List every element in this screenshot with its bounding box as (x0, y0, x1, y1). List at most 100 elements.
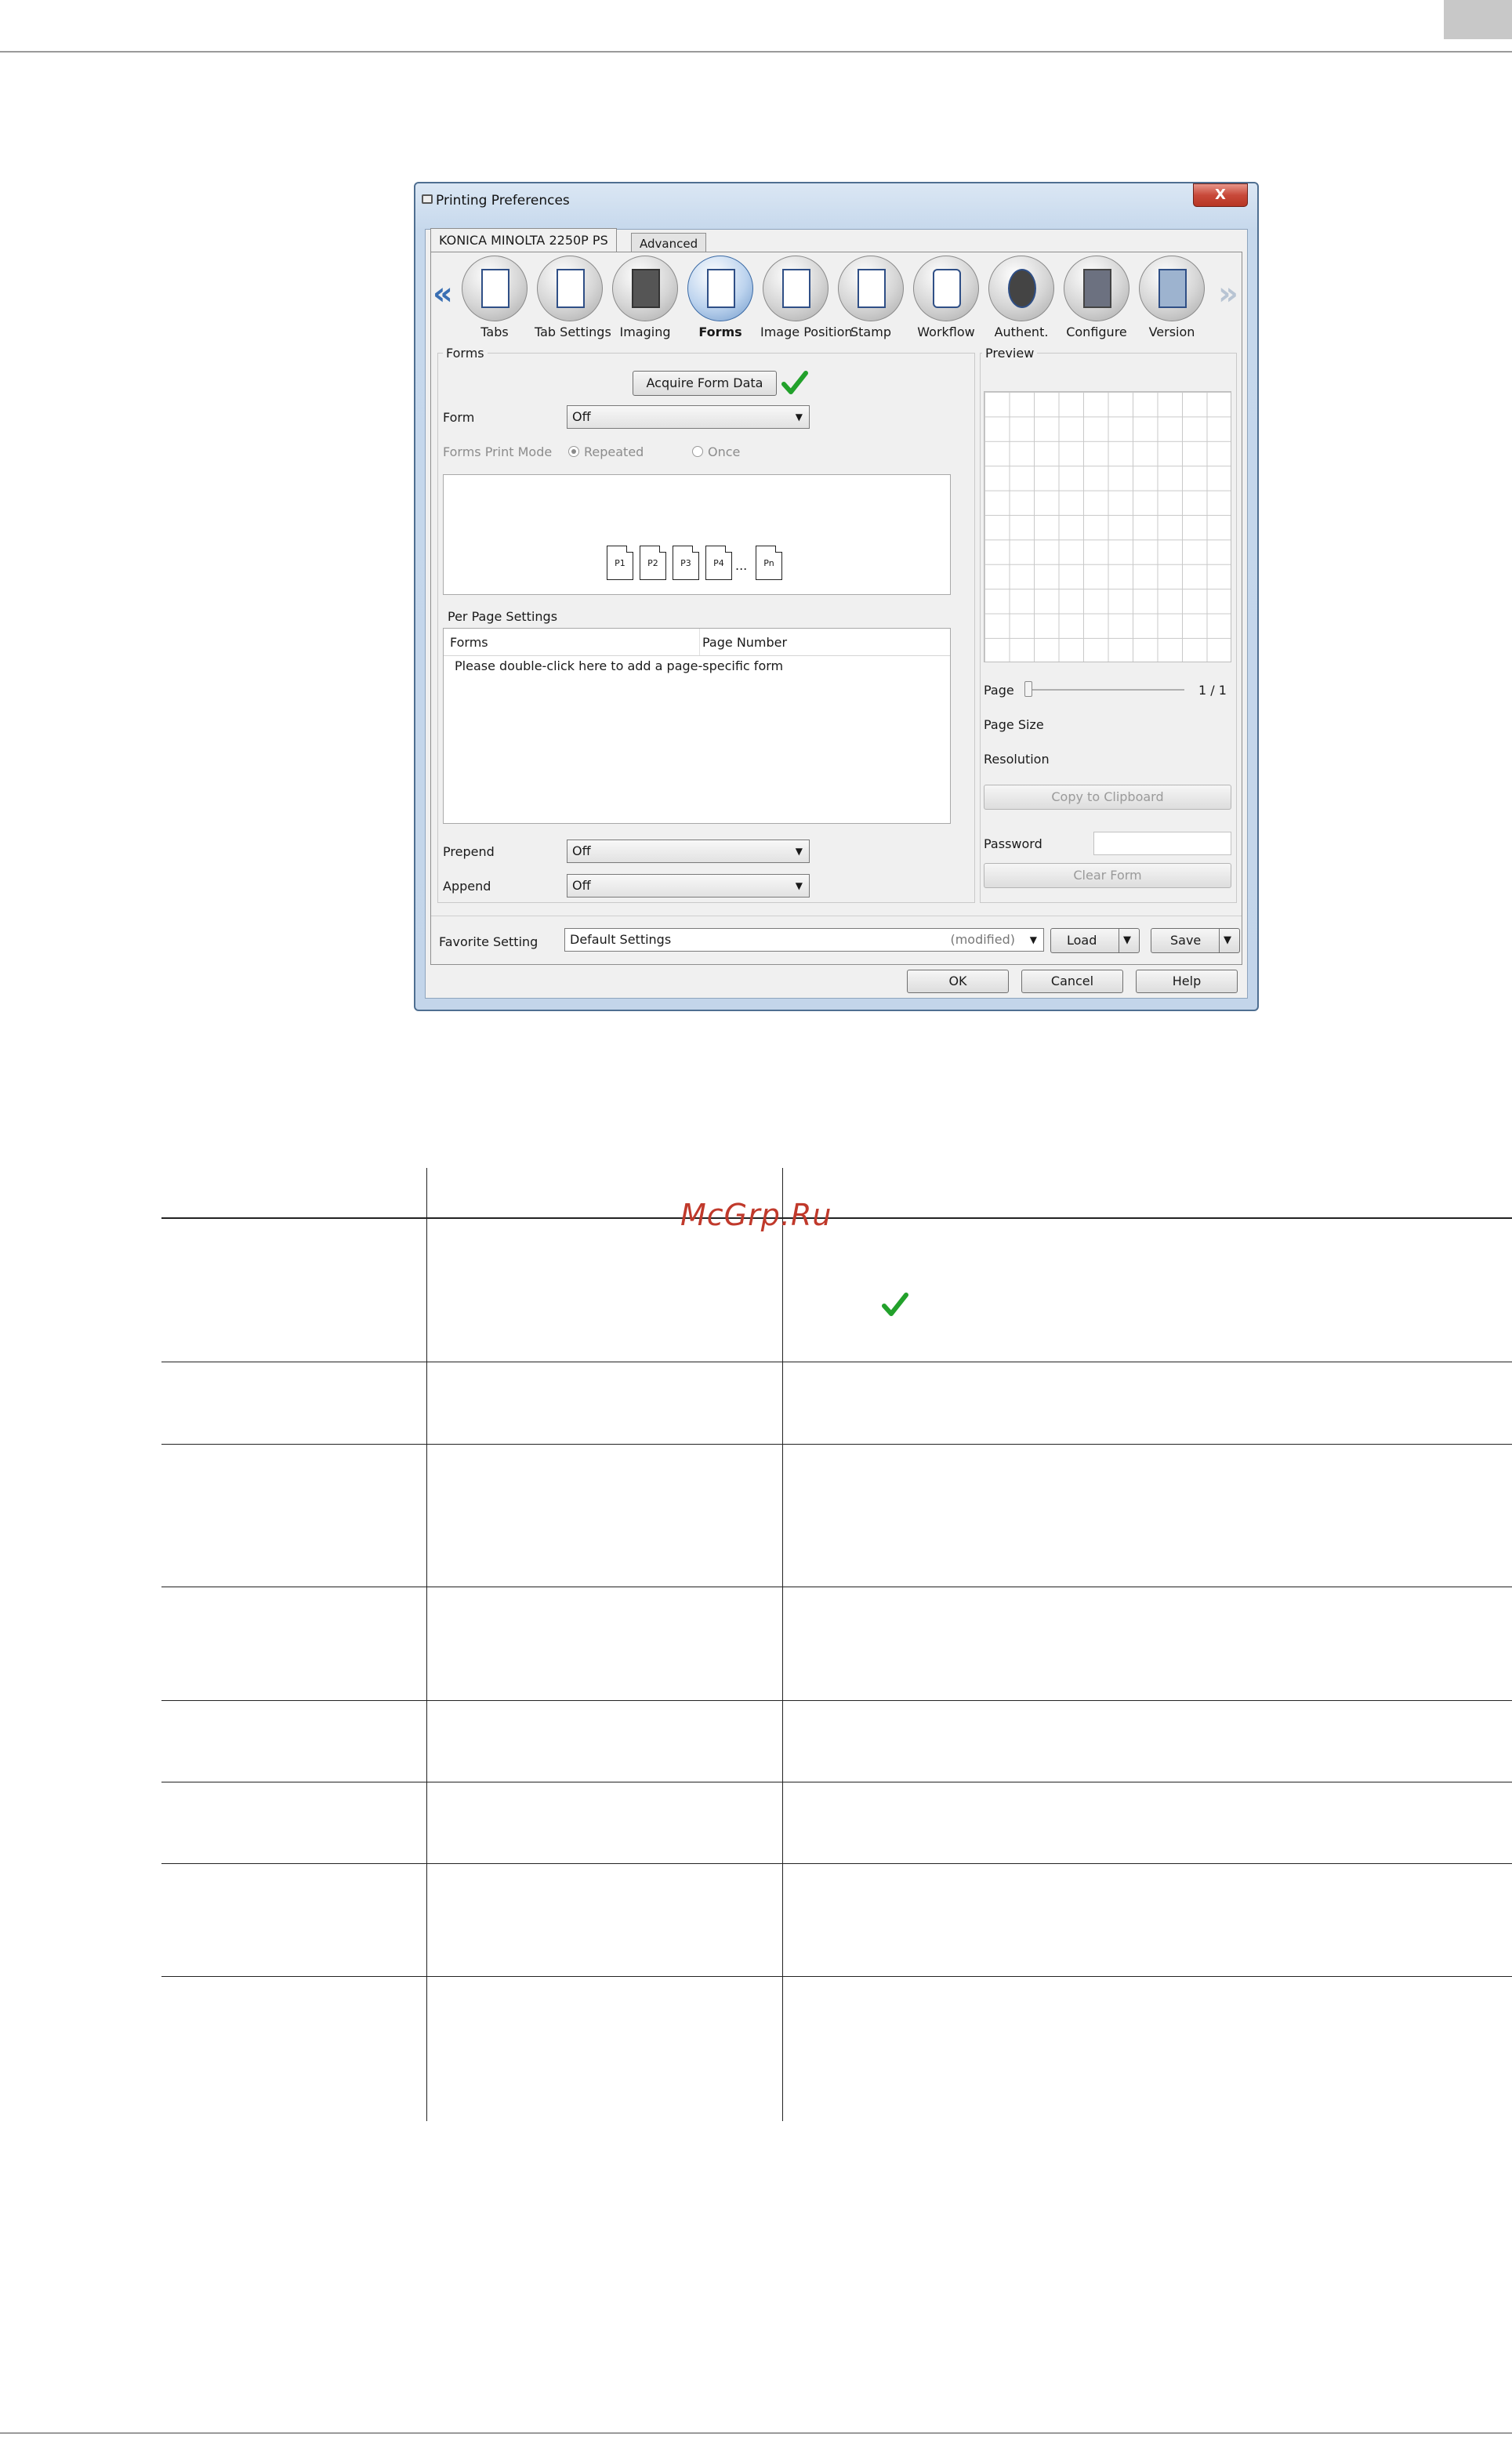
favorite-setting-label: Favorite Setting (439, 934, 538, 949)
imaging-icon (612, 256, 678, 321)
printer-icon (422, 194, 433, 204)
load-dropdown-icon[interactable]: ▼ (1123, 929, 1131, 952)
column-header-forms[interactable]: Forms (450, 635, 488, 650)
per-page-settings-group: Per Page Settings Forms Page Number Plea… (443, 609, 951, 827)
toolbar-item-tabs[interactable]: Tabs (459, 256, 530, 339)
append-select-value: Off (572, 878, 591, 893)
toolbar-item-stamp[interactable]: Stamp (836, 256, 906, 339)
watermark-text: McGrp.Ru (680, 1198, 832, 1232)
page-corner-tab (1444, 0, 1512, 39)
forms-group-title: Forms (443, 346, 488, 361)
tab-settings-icon (537, 256, 603, 321)
page-icon-p4: P4 (705, 546, 732, 580)
preview-group-title: Preview (982, 346, 1038, 361)
form-label: Form (443, 410, 475, 425)
toolbar-item-label: Version (1148, 325, 1195, 339)
toolbar-item-tab-settings[interactable]: Tab Settings (535, 256, 611, 339)
page-icon-p3: P3 (673, 546, 699, 580)
scroll-left-icon[interactable]: « (433, 276, 453, 312)
favorite-setting-value: Default Settings (570, 932, 672, 947)
workflow-icon (913, 256, 979, 321)
table-row-rule (161, 1976, 1512, 1977)
page-top-rule (0, 51, 1512, 53)
once-radio[interactable] (692, 446, 703, 457)
append-select[interactable]: Off ▼ (567, 874, 810, 898)
toolbar-item-configure[interactable]: Configure (1061, 256, 1132, 339)
toolbar-item-version[interactable]: Version (1137, 256, 1207, 339)
ok-button[interactable]: OK (907, 970, 1009, 993)
save-dropdown-icon[interactable]: ▼ (1224, 929, 1231, 952)
column-header-page-number[interactable]: Page Number (702, 635, 787, 650)
load-button[interactable]: Load ▼ (1050, 928, 1140, 953)
prepend-select[interactable]: Off ▼ (567, 840, 810, 863)
toolbar-item-forms[interactable]: Forms (685, 256, 756, 339)
page-size-label: Page Size (984, 717, 1044, 732)
acquire-form-data-button[interactable]: Acquire Form Data (633, 371, 777, 396)
per-page-header: Forms Page Number (444, 629, 950, 656)
chevron-down-icon: ▼ (795, 880, 803, 891)
page-ellipsis: ... (735, 558, 748, 573)
close-button[interactable]: X (1193, 183, 1248, 207)
toolbar-item-authentication[interactable]: Authent. (986, 256, 1057, 339)
forms-group: Forms Acquire Form Data Form Off ▼ Forms… (437, 346, 975, 903)
once-label: Once (708, 444, 741, 459)
page-slider-track[interactable] (1024, 689, 1184, 691)
save-button[interactable]: Save ▼ (1151, 928, 1240, 953)
tab-konica-minolta[interactable]: KONICA MINOLTA 2250P PS (430, 228, 617, 252)
table-row-rule (161, 1863, 1512, 1864)
per-page-list[interactable]: Forms Page Number Please double-click he… (443, 628, 951, 824)
page-slider-thumb[interactable] (1024, 681, 1032, 697)
preview-canvas (984, 391, 1231, 662)
toolbar-item-label: Imaging (619, 325, 671, 339)
cancel-button[interactable]: Cancel (1021, 970, 1123, 993)
dialog-client-area: KONICA MINOLTA 2250P PS Advanced « » Tab… (425, 228, 1248, 999)
toolbar-item-image-position[interactable]: Image Position (760, 256, 853, 339)
per-page-hint[interactable]: Please double-click here to add a page-s… (455, 658, 783, 673)
toolbar-item-label: Configure (1066, 325, 1127, 339)
scroll-right-icon[interactable]: » (1218, 276, 1238, 312)
tab-panel: « » Tabs Tab Settings Imaging Forms Imag… (430, 252, 1242, 965)
page-icon-p2: P2 (640, 546, 666, 580)
toolbar-item-imaging[interactable]: Imaging (610, 256, 680, 339)
stamp-icon (838, 256, 904, 321)
forms-icon (687, 256, 753, 321)
table-row-rule (161, 1700, 1512, 1701)
tabs-icon (462, 256, 528, 321)
forms-page-diagram: P1 P2 P3 P4 ... Pn (443, 474, 951, 595)
per-page-settings-title: Per Page Settings (444, 609, 561, 624)
split-divider (1219, 929, 1220, 952)
checkmark-icon (781, 371, 808, 394)
help-button[interactable]: Help (1136, 970, 1238, 993)
forms-print-mode-label: Forms Print Mode (443, 444, 553, 459)
page-icon-p1: P1 (607, 546, 633, 580)
table-column-divider-1 (426, 1168, 427, 2121)
toolbar-item-label: Stamp (850, 325, 891, 339)
repeated-radio[interactable] (568, 446, 579, 457)
column-divider (699, 629, 700, 655)
form-select[interactable]: Off ▼ (567, 405, 810, 429)
append-label: Append (443, 879, 491, 894)
table-column-divider-2 (782, 1168, 783, 2121)
toolbar-item-label: Workflow (917, 325, 975, 339)
window-title: Printing Preferences (436, 193, 570, 209)
toolbar-item-label: Tabs (480, 325, 509, 339)
favorite-setting-select[interactable]: Default Settings (modified) ▼ (564, 928, 1044, 952)
tab-advanced[interactable]: Advanced (631, 233, 707, 253)
preview-group: Preview Page 1 / 1 Page Size Resolution … (980, 346, 1237, 903)
prepend-select-value: Off (572, 843, 591, 858)
authentication-icon (988, 256, 1054, 321)
printing-preferences-window: Printing Preferences X KONICA MINOLTA 22… (414, 182, 1259, 1011)
page-label: Page (984, 683, 1014, 698)
table-row-rule (161, 1444, 1512, 1445)
clear-form-button[interactable]: Clear Form (984, 863, 1231, 888)
form-select-value: Off (572, 409, 591, 424)
password-field[interactable] (1093, 832, 1231, 855)
copy-to-clipboard-button[interactable]: Copy to Clipboard (984, 785, 1231, 810)
image-position-icon (763, 256, 829, 321)
prepend-label: Prepend (443, 844, 495, 859)
checkmark-icon (882, 1293, 908, 1316)
toolbar-item-label: Authent. (994, 325, 1049, 339)
toolbar-item-workflow[interactable]: Workflow (911, 256, 981, 339)
favorite-modified-flag: (modified) (950, 932, 1015, 947)
chevron-down-icon: ▼ (795, 412, 803, 422)
